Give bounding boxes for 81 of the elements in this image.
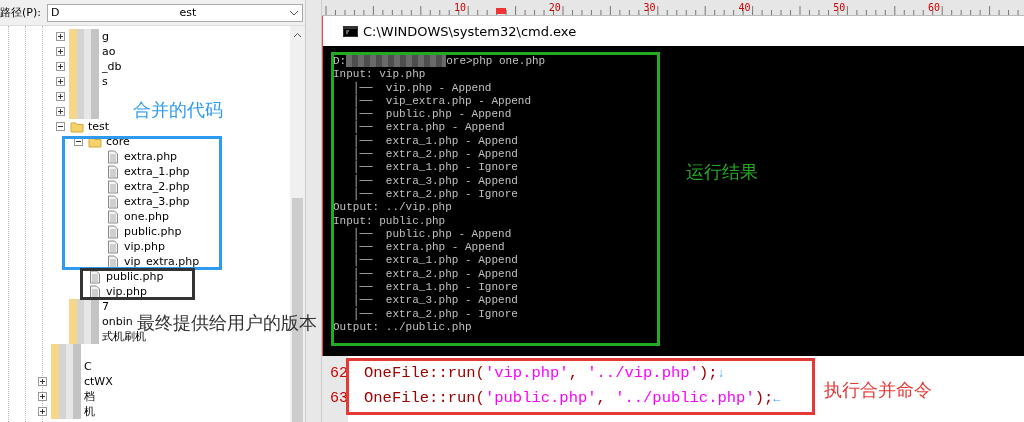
ruler-label: 30 bbox=[643, 2, 656, 13]
console-line: │── vip.php - Append bbox=[351, 81, 492, 95]
console-line: Input: vip.php bbox=[333, 68, 426, 82]
console-line: │── extra_1.php - Ignore bbox=[351, 161, 518, 175]
file-icon bbox=[106, 164, 120, 179]
file-name[interactable]: extra_1.php bbox=[124, 165, 190, 178]
console-line: Output: ../vip.php bbox=[333, 201, 452, 215]
file-name[interactable]: public.php bbox=[124, 225, 182, 238]
annotation-label: 最终提供给用户的版本 bbox=[137, 311, 317, 333]
file-icon bbox=[88, 269, 102, 284]
annotation-label: 合并的代码 bbox=[133, 98, 223, 122]
folder-name[interactable]: _db bbox=[102, 60, 122, 73]
collapse-icon[interactable] bbox=[74, 137, 83, 146]
folder-name[interactable]: onbin bbox=[102, 315, 133, 328]
console-line: Input: public.php bbox=[333, 214, 446, 228]
console-text: D: bbox=[333, 55, 347, 69]
annotation-label: 运行结果 bbox=[686, 160, 758, 184]
console-line: │── extra_3.php - Append bbox=[351, 174, 518, 188]
folder-name[interactable]: s bbox=[102, 75, 108, 88]
console-line: │── extra.php - Append bbox=[351, 121, 505, 135]
file-name[interactable]: vip.php bbox=[106, 285, 147, 298]
ruler-label: 50 bbox=[833, 2, 846, 13]
folder-name[interactable]: 7 bbox=[102, 300, 109, 313]
folder-name[interactable]: test bbox=[88, 120, 110, 133]
console-line: │── extra_2.php - Ignore bbox=[351, 307, 518, 321]
path-label: 路径(P): bbox=[0, 5, 41, 20]
scroll-up-icon[interactable] bbox=[293, 32, 302, 38]
file-name[interactable]: extra_3.php bbox=[124, 195, 190, 208]
ruler-label: 10 bbox=[454, 2, 467, 13]
annotation-label: 执行合并命令 bbox=[824, 378, 932, 402]
console-line: │── extra_2.php - Ignore bbox=[351, 187, 518, 202]
expand-icon[interactable] bbox=[56, 32, 65, 41]
file-icon bbox=[106, 194, 120, 209]
ruler-label: 40 bbox=[738, 2, 751, 13]
expand-icon[interactable] bbox=[56, 92, 65, 101]
folder-name[interactable]: core bbox=[106, 135, 130, 148]
file-name[interactable]: one.php bbox=[124, 210, 169, 223]
folder-icon bbox=[70, 119, 84, 134]
terminal-icon bbox=[343, 25, 358, 37]
file-name[interactable]: extra_2.php bbox=[124, 180, 190, 193]
window-title: C:\WINDOWS\system32\cmd.exe bbox=[363, 23, 577, 39]
console-line: │── extra_2.php - Append bbox=[351, 148, 518, 162]
collapse-icon[interactable] bbox=[56, 122, 65, 131]
console-line: │── extra_1.php - Append bbox=[351, 254, 518, 268]
ruler-label: 60 bbox=[928, 2, 941, 13]
folder-name[interactable]: 机 bbox=[84, 404, 95, 419]
console-line: Output: ../public.php bbox=[333, 320, 472, 335]
ruler-label: 20 bbox=[548, 2, 561, 13]
expand-icon[interactable] bbox=[38, 407, 47, 416]
expand-icon[interactable] bbox=[56, 77, 65, 86]
dropdown-icon[interactable] bbox=[289, 9, 299, 16]
file-icon bbox=[106, 224, 120, 239]
file-icon bbox=[106, 149, 120, 164]
expand-icon[interactable] bbox=[56, 47, 65, 56]
expand-icon[interactable] bbox=[38, 377, 47, 386]
file-name[interactable]: vip_extra.php bbox=[124, 255, 200, 268]
expand-icon[interactable] bbox=[56, 107, 65, 116]
expand-icon[interactable] bbox=[38, 392, 47, 401]
file-icon bbox=[88, 284, 102, 299]
console-line: │── extra_3.php - Append bbox=[351, 294, 518, 308]
console-text: ore>php one.php bbox=[446, 55, 546, 69]
file-name[interactable]: vip.php bbox=[124, 240, 165, 253]
console-line: │── extra.php - Append bbox=[351, 241, 505, 255]
file-name[interactable]: public.php bbox=[106, 270, 164, 283]
console-line: │── extra_1.php - Ignore bbox=[351, 281, 518, 295]
path-combobox[interactable]: D est bbox=[46, 3, 303, 22]
file-name[interactable]: extra.php bbox=[124, 150, 178, 163]
folder-name[interactable]: C bbox=[84, 360, 92, 373]
folder-name[interactable]: ao bbox=[102, 45, 116, 58]
file-icon bbox=[106, 239, 120, 254]
ruler-marker bbox=[496, 8, 506, 14]
folder-name[interactable]: g bbox=[102, 30, 109, 43]
file-icon bbox=[106, 254, 120, 269]
folder-name[interactable]: ctWX bbox=[84, 375, 113, 388]
file-icon bbox=[106, 179, 120, 194]
code-line: OneFile::run('vip.php', '../vip.php');↓ bbox=[364, 363, 725, 384]
expand-icon[interactable] bbox=[56, 62, 65, 71]
file-icon bbox=[106, 209, 120, 224]
code-line: OneFile::run('public.php', '../public.php');← bbox=[364, 388, 781, 409]
folder-name[interactable]: 档 bbox=[84, 389, 95, 404]
console-line: │── public.php - Append bbox=[351, 108, 512, 122]
